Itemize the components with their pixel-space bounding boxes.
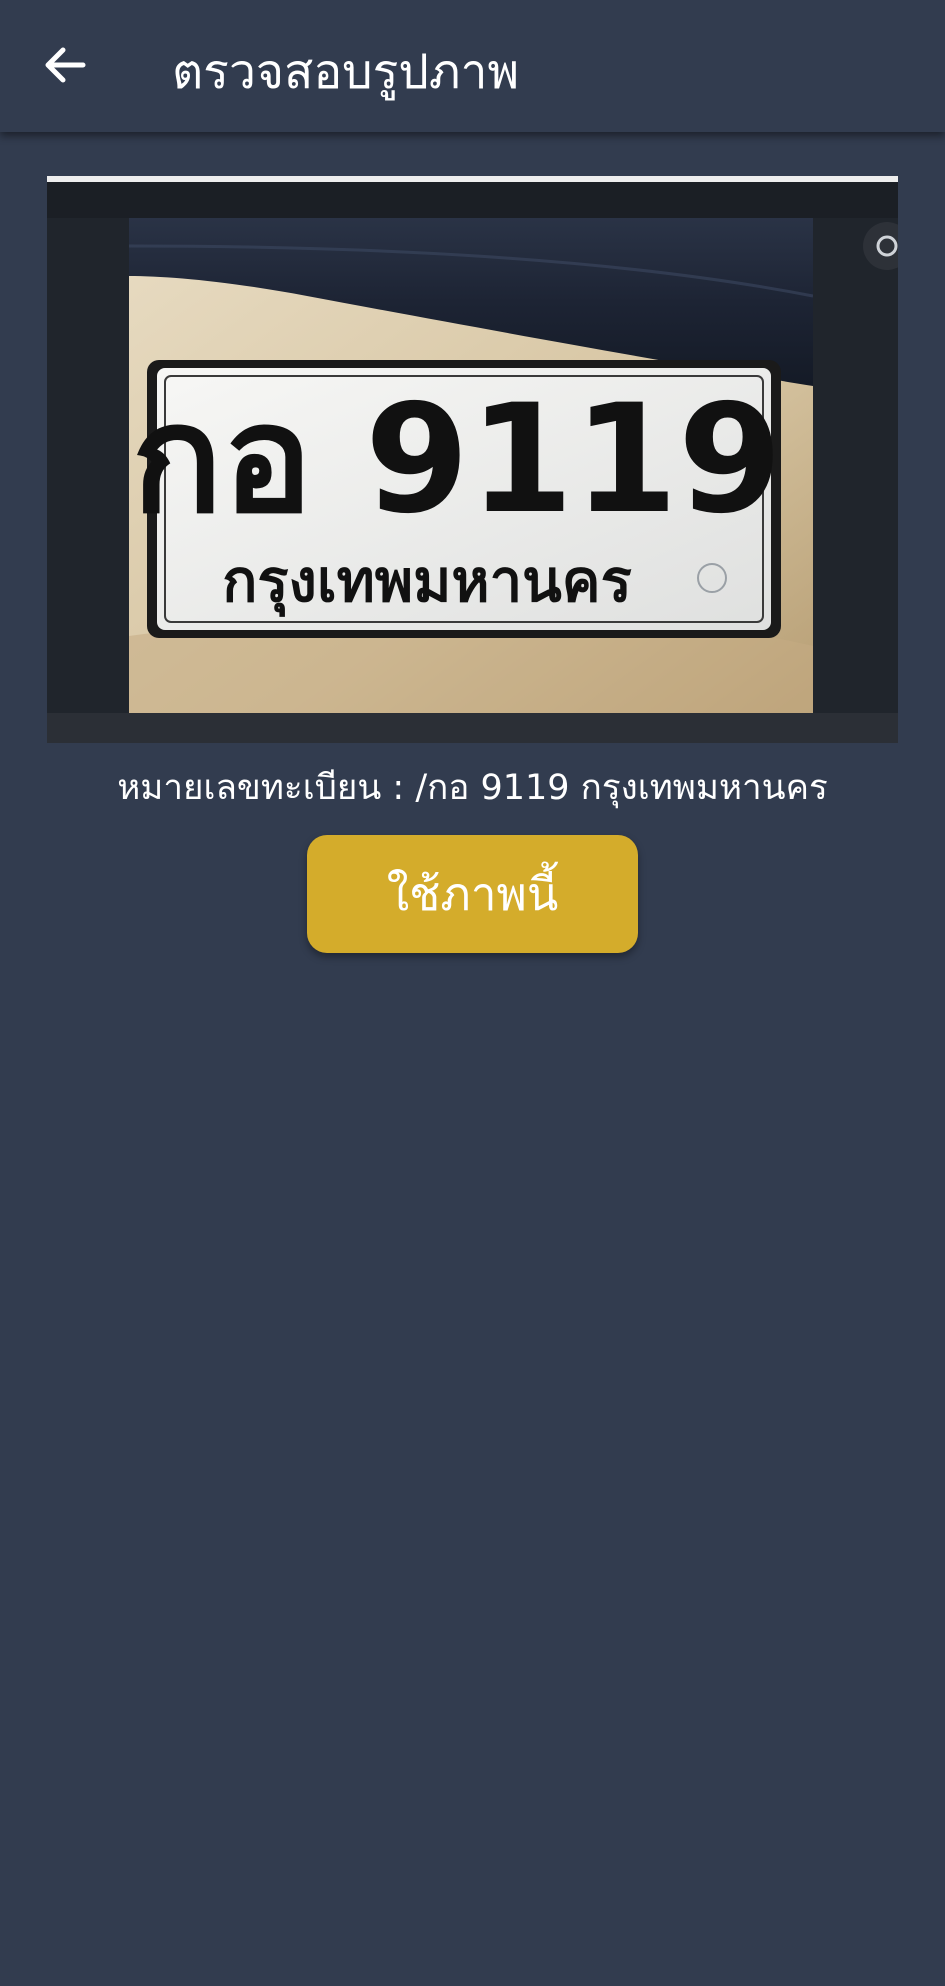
license-plate-photo: กอ 9119 กรุงเทพมหานคร bbox=[47, 176, 898, 743]
back-button[interactable] bbox=[30, 30, 100, 100]
plate-photo-image: กอ 9119 กรุงเทพมหานคร bbox=[47, 176, 898, 743]
detected-plate-number: หมายเลขทะเบียน : /กอ 9119 กรุงเทพมหานคร bbox=[117, 768, 828, 808]
app-bar: ตรวจสอบรูปภาพ bbox=[0, 0, 945, 132]
plate-main-text: กอ 9119 bbox=[132, 373, 783, 547]
arrow-left-icon bbox=[45, 47, 86, 83]
page-title: ตรวจสอบรูปภาพ bbox=[172, 44, 520, 100]
use-this-photo-button[interactable]: ใช้ภาพนี้ bbox=[307, 835, 638, 953]
plate-province-text: กรุงเทพมหานคร bbox=[222, 547, 632, 618]
